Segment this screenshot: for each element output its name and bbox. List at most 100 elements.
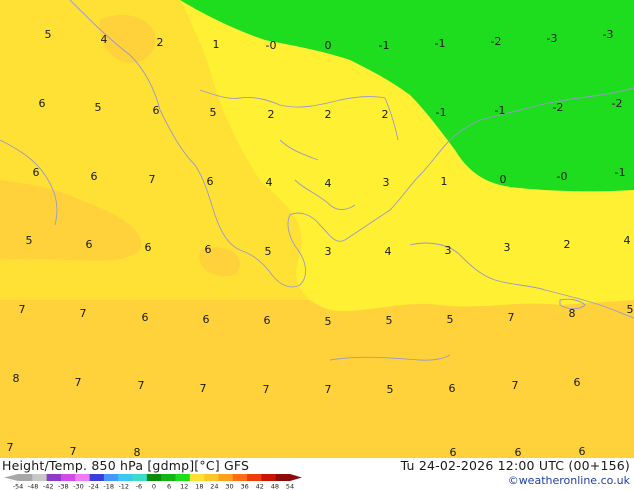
temperature-label: 2 [564, 238, 571, 251]
legend-swatch [118, 474, 133, 481]
temperature-label: 7 [149, 173, 156, 186]
temperature-map: 5 4 2 1 -0 0 -1 -1 -2 -3 -3 6 5 6 5 2 2 2 -1 -1 -2 -2 6 6 7 6 4 4 3 1… [0, 0, 634, 458]
legend-swatch [103, 474, 119, 481]
legend-tick-label: -30 [73, 483, 84, 490]
temperature-label: 2 [325, 108, 332, 121]
temperature-label: 7 [19, 303, 26, 316]
legend-swatch [232, 474, 248, 481]
temperature-label: -1 [495, 104, 506, 117]
legend-swatch [247, 474, 262, 481]
legend-tick-label: -38 [58, 483, 69, 490]
temperature-label: 6 [39, 97, 46, 110]
legend-tick-label: 6 [167, 483, 171, 490]
legend-swatch [132, 474, 148, 481]
legend-tick-label: 0 [152, 483, 156, 490]
legend-tick-label: 12 [180, 483, 188, 490]
temperature-label: 5 [265, 245, 272, 258]
temperature-label: 2 [382, 108, 389, 121]
datetime-label: Tu 24-02-2026 12:00 UTC (00+156) [400, 458, 630, 473]
temperature-label: 6 [142, 311, 149, 324]
legend-swatch [261, 474, 276, 481]
color-legend: -54 -48 -42 -38 -30 -24 -18 -12 -6 0 6 12 18 24 30 36 42… [4, 474, 302, 490]
temperature-label: 0 [500, 173, 507, 186]
legend-tick-label: 30 [225, 483, 233, 490]
temperature-label: 3 [504, 241, 511, 254]
temperature-label: 7 [508, 311, 515, 324]
temperature-label: 4 [624, 234, 631, 247]
temperature-label: 7 [263, 383, 270, 396]
temperature-label: 4 [385, 245, 392, 258]
legend-swatch [204, 474, 219, 481]
temperature-label: 7 [80, 307, 87, 320]
legend-tick-label: -48 [28, 483, 39, 490]
legend-arrow-left [4, 474, 18, 481]
temperature-label: 7 [512, 379, 519, 392]
temperature-label: 6 [86, 238, 93, 251]
temperature-label: 5 [26, 234, 33, 247]
legend-swatch [18, 474, 33, 481]
legend-swatch [46, 474, 62, 481]
legend-swatch [75, 474, 90, 481]
legend-arrow-right [290, 474, 302, 481]
temperature-label: 7 [7, 441, 14, 454]
temperature-label: 6 [207, 175, 214, 188]
temperature-label: 5 [325, 315, 332, 328]
temperature-label: 6 [450, 446, 457, 458]
temperature-label: 6 [449, 382, 456, 395]
legend-swatch [218, 474, 234, 481]
legend-tick-label: -54 [13, 483, 24, 490]
legend-tick-label: 18 [195, 483, 203, 490]
temperature-label: 6 [574, 376, 581, 389]
legend-tick-label: -42 [43, 483, 54, 490]
temperature-label: 7 [325, 383, 332, 396]
legend-tick-label: -24 [88, 483, 99, 490]
legend-tick-label: 54 [286, 483, 294, 490]
legend-swatch [275, 474, 291, 481]
temperature-label: 4 [325, 177, 332, 190]
temperature-label: 6 [91, 170, 98, 183]
temperature-label: 8 [569, 307, 576, 320]
legend-swatch [161, 474, 176, 481]
temperature-label: 5 [386, 314, 393, 327]
legend-swatch [189, 474, 205, 481]
temperature-label: 3 [325, 245, 332, 258]
temperature-label: 7 [138, 379, 145, 392]
temperature-label: 7 [200, 382, 207, 395]
legend-swatch [32, 474, 47, 481]
legend-swatch [146, 474, 162, 481]
temperature-label: 1 [213, 38, 220, 51]
temperature-label: 4 [101, 33, 108, 46]
temperature-label: 3 [445, 244, 452, 257]
legend-swatch [89, 474, 105, 481]
temperature-label: -1 [379, 39, 390, 52]
temperature-label: 5 [45, 28, 52, 41]
temperature-label: 6 [33, 166, 40, 179]
temperature-label: 0 [325, 39, 332, 52]
legend-tick-label: -6 [136, 483, 142, 490]
temperature-label: 5 [627, 303, 634, 316]
temperature-label: 8 [13, 372, 20, 385]
temperature-label: -1 [615, 166, 626, 179]
temperature-label: 5 [95, 101, 102, 114]
temperature-label: 5 [210, 106, 217, 119]
temperature-label: -3 [603, 28, 614, 41]
temperature-label: -3 [547, 32, 558, 45]
legend-tick-label: -12 [118, 483, 129, 490]
temperature-label: -0 [266, 39, 277, 52]
temperature-label: 6 [264, 314, 271, 327]
temperature-label: 1 [441, 175, 448, 188]
temperature-label: -2 [612, 97, 623, 110]
legend-swatch [60, 474, 76, 481]
temperature-label: 6 [579, 445, 586, 458]
temperature-label: 7 [70, 445, 77, 458]
legend-tick-label: 24 [210, 483, 218, 490]
temperature-label: -1 [436, 106, 447, 119]
temperature-label: 7 [75, 376, 82, 389]
temperature-label: 6 [145, 241, 152, 254]
map-title: Height/Temp. 850 hPa [gdmp][°C] GFS [2, 458, 250, 473]
temperature-label: -2 [553, 101, 564, 114]
temperature-label: -1 [435, 37, 446, 50]
legend-tick-label: 36 [241, 483, 249, 490]
temperature-label: 6 [203, 313, 210, 326]
temperature-label: -2 [491, 35, 502, 48]
